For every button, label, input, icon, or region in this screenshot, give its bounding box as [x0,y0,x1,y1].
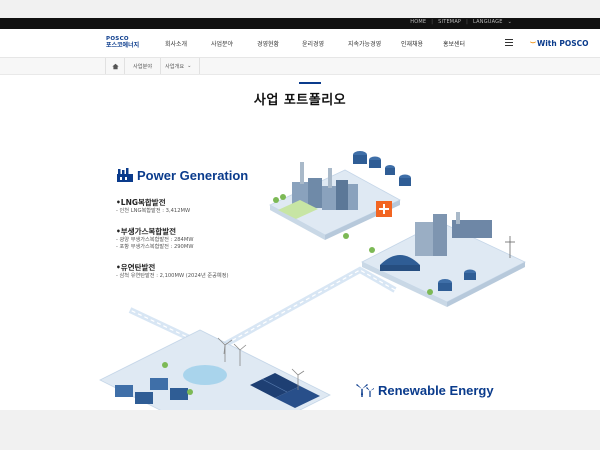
page-title: 사업 포트폴리오 [253,93,347,108]
title-accent-bar [299,82,321,84]
breadcrumb-level2[interactable]: 사업개요 ⌄ [157,58,201,74]
renewable-energy-heading: Renewable Energy [355,382,494,398]
coal-title: •유연탄발전 [116,263,156,272]
with-posco-logo[interactable]: ⌣ With POSCO [530,38,588,48]
renewable-energy-title: Renewable Energy [378,382,494,398]
utility-bar: HOME | SITEMAP | LANGUAGE ⌄ [0,18,600,29]
site-header: POSCO 포스코에너지 회사소개 사업분야 경영현황 윤리경영 지속가능경영 … [0,29,600,58]
language-link[interactable]: LANGUAGE [473,19,503,25]
breadcrumb: 사업분야 사업개요 ⌄ [0,58,600,75]
nav-item-ethics[interactable]: 윤리경영 [302,39,324,48]
portfolio-illustration [99,151,526,410]
coal-block: •유연탄발전 - 삼척 유연탄발전 : 2,100MW (2024년 준공예정) [116,263,229,280]
nav-item-pr[interactable]: 홍보센터 [443,39,465,48]
breadcrumb-level2-label: 사업개요 [165,63,185,70]
util-separator: | [431,19,434,25]
plus-marker-icon [376,201,392,217]
logo-ko: 포스코에너지 [106,42,140,49]
byproduct-detail-pohang: - 포항 부생가스복합발전 : 290MW [116,244,194,250]
wind-turbine-icon [356,384,374,397]
nav-item-recruit[interactable]: 인재채용 [401,39,423,48]
lng-title: •LNG복합발전 [116,198,166,207]
lng-block: •LNG복합발전 - 인천 LNG복합발전 : 3,412MW [116,198,190,215]
power-generation-title: Power Generation [137,168,249,183]
sitemap-link[interactable]: SITEMAP [438,19,461,25]
chevron-down-icon: ⌄ [507,19,512,25]
breadcrumb-home[interactable] [105,58,125,74]
breadcrumb-level1-label: 사업분야 [133,63,153,70]
connector-road-dash [129,269,396,351]
lng-detail: - 인천 LNG복합발전 : 3,412MW [116,208,191,214]
nav-item-management[interactable]: 경영현황 [257,39,279,48]
factory-icon [117,168,133,182]
util-separator: | [466,19,469,25]
home-link[interactable]: HOME [410,19,426,25]
nav-item-sustainability[interactable]: 지속가능경영 [348,39,381,48]
chevron-down-icon: ⌄ [187,63,192,69]
page-content [0,18,600,410]
connector-road [128,266,397,354]
power-generation-heading: Power Generation [116,168,248,183]
byproduct-title: •부생가스복합발전 [116,227,176,236]
coal-detail: - 삼척 유연탄발전 : 2,100MW (2024년 준공예정) [116,273,229,279]
breadcrumb-level1[interactable]: 사업분야 [125,58,162,74]
posco-energy-logo[interactable]: POSCO 포스코에너지 [106,36,139,50]
byproduct-gas-plant [361,212,526,307]
with-posco-mark-icon: ⌣ [530,38,536,48]
home-icon [111,63,119,69]
lng-power-plant [269,151,411,240]
renewable-energy-area [99,329,331,410]
byproduct-detail-gwangyang: - 광양 부생가스복합발전 : 284MW [116,237,194,243]
byproduct-block: •부생가스복합발전 - 광양 부생가스복합발전 : 284MW - 포항 부생가… [116,227,193,251]
nav-item-business[interactable]: 사업분야 [211,39,233,48]
hamburger-menu-icon[interactable] [505,39,513,46]
with-posco-text: With POSCO [536,38,589,48]
nav-item-company[interactable]: 회사소개 [165,39,187,48]
